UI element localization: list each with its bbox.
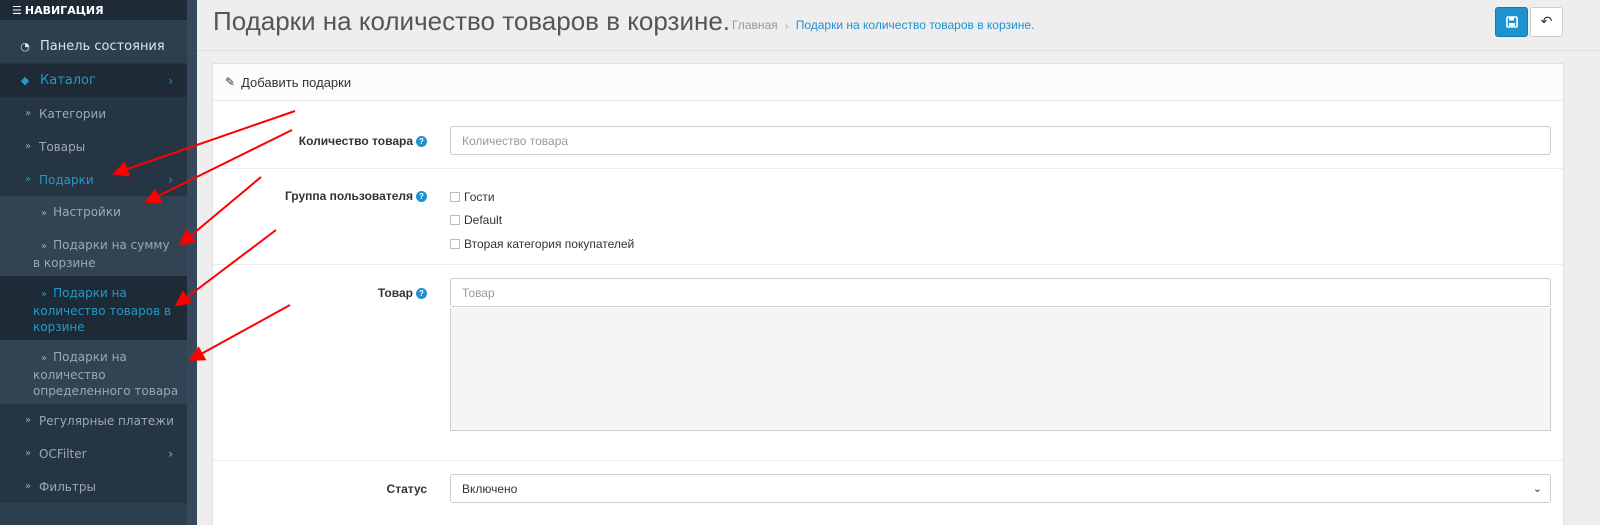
status-value: Включено [462,481,518,496]
sidebar: ☰ НАВИГАЦИЯ ◔ Панель состояния ◆ Каталог… [0,0,187,525]
double-chevron-icon: » [24,174,32,185]
customer-group-label: Группа пользователя? [227,189,427,203]
help-icon[interactable]: ? [416,136,427,148]
sidebar-item-label: » Подарки на сумму в корзине [33,238,170,270]
sidebar-item-gifts[interactable]: » Подарки › [0,163,187,196]
product-placeholder: Товар [462,285,495,300]
double-chevron-icon: » [24,108,32,119]
sidebar-item-gift-settings[interactable]: » Настройки [0,196,187,228]
quantity-input[interactable]: Количество товара [450,126,1551,155]
sidebar-item-filters[interactable]: » Фильтры [0,470,187,503]
double-chevron-icon: » [41,289,48,300]
quantity-label: Количество товара? [227,134,427,148]
status-select[interactable]: Включено ⌄ [450,474,1551,503]
double-chevron-icon: » [41,208,48,219]
sidebar-item-products[interactable]: » Товары [0,130,187,163]
checkbox[interactable] [450,192,460,202]
group-checkbox-second-category[interactable]: Вторая категория покупателей [450,237,634,251]
sidebar-item-label: OCFilter [39,446,87,461]
header-divider [197,50,1600,51]
breadcrumb-current[interactable]: Подарки на количество товаров в корзине. [796,18,1035,32]
floppy-disk-icon [1505,16,1518,28]
quantity-placeholder: Количество товара [462,133,569,148]
chevron-right-icon: › [168,446,173,461]
sidebar-item-gifts-by-sum[interactable]: » Подарки на сумму в корзине [0,228,187,276]
nav-header-label: НАВИГАЦИЯ [24,3,104,17]
breadcrumb-home[interactable]: Главная [732,18,778,32]
double-chevron-icon: » [24,415,32,426]
back-button[interactable]: ↶ [1530,7,1563,37]
sidebar-item-label: Панель состояния [40,39,165,54]
reply-icon: ↶ [1540,14,1553,30]
chevron-right-icon: › [168,73,173,88]
sidebar-item-categories[interactable]: » Категории [0,97,187,130]
double-chevron-icon: » [41,241,48,252]
sidebar-item-label: » Подарки на количество товаров в корзине [33,286,172,334]
product-input[interactable]: Товар [450,278,1551,307]
form-panel: ✎ Добавить подарки Количество товара? Ко… [212,63,1564,525]
help-icon[interactable]: ? [416,288,427,300]
double-chevron-icon: » [41,353,48,364]
menu-icon: ☰ [12,3,22,17]
panel-heading: ✎ Добавить подарки [213,64,1563,101]
pencil-icon: ✎ [225,75,236,89]
product-list-box[interactable] [450,308,1551,431]
sidebar-item-label: Категории [39,106,107,121]
row-divider [213,460,1563,461]
chevron-down-icon: ⌄ [1532,483,1542,495]
double-chevron-icon: » [24,448,32,459]
panel-heading-label: Добавить подарки [241,74,352,90]
sidebar-item-label: Товары [39,139,86,154]
group-checkbox-guests[interactable]: Гости [450,190,495,204]
sidebar-item-label: Фильтры [39,479,96,494]
sidebar-item-dashboard[interactable]: ◔ Панель состояния [0,30,187,64]
checkbox[interactable] [450,239,460,249]
group-checkbox-default[interactable]: Default [450,213,502,227]
sidebar-item-gifts-by-quantity[interactable]: » Подарки на количество товаров в корзине [0,276,187,340]
sidebar-item-ocfilter[interactable]: » OCFilter › [0,437,187,470]
sidebar-item-label: » Настройки [41,205,121,219]
nav-header: ☰ НАВИГАЦИЯ [0,0,187,20]
page-title: Подарки на количество товаров в корзине. [213,6,731,36]
sidebar-item-catalog[interactable]: ◆ Каталог › [0,64,187,98]
sidebar-item-label: Каталог [40,73,96,88]
status-label: Статус [386,482,427,496]
double-chevron-icon: » [24,141,32,152]
row-divider [213,264,1563,265]
product-label: Товар? [227,286,427,300]
tag-icon: ◆ [20,74,30,87]
help-icon[interactable]: ? [416,191,427,203]
double-chevron-icon: » [24,481,32,492]
sidebar-item-label: Регулярные платежи [39,413,174,428]
dashboard-icon: ◔ [20,40,30,53]
breadcrumb-separator: › [785,21,789,32]
row-divider [213,168,1563,169]
checkbox[interactable] [450,215,460,225]
sidebar-item-recurring[interactable]: » Регулярные платежи [0,404,187,437]
save-button[interactable] [1495,7,1528,37]
sidebar-item-gifts-by-product-quantity[interactable]: » Подарки на количество определенного тов… [0,340,187,414]
chevron-down-icon: › [168,172,173,187]
breadcrumb: Главная › Подарки на количество товаров … [732,18,1034,32]
sidebar-item-label: Подарки [39,172,94,187]
sidebar-edge [187,0,197,525]
